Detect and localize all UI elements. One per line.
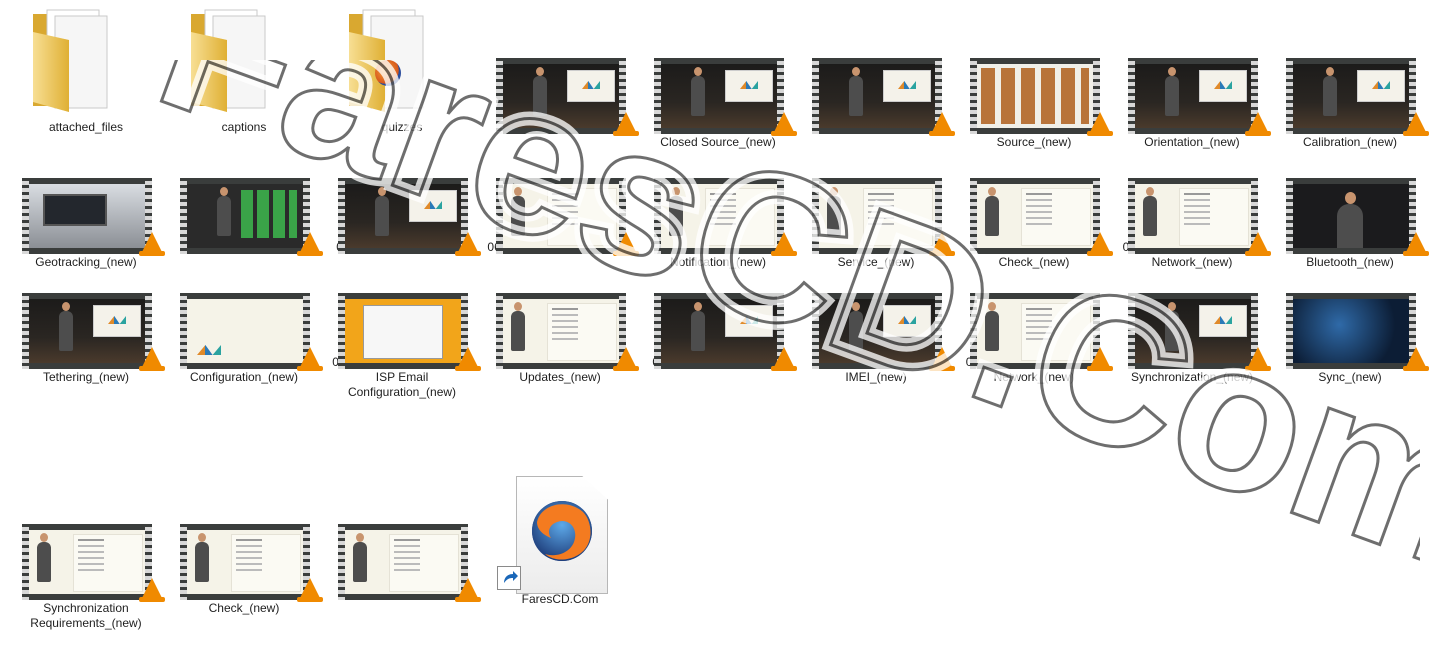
item-thumbnail <box>323 120 481 256</box>
video-item[interactable]: 074 Mobile Data Synchronization_(new) <box>1113 235 1271 385</box>
video-thumbnail <box>22 293 152 369</box>
item-thumbnail <box>1113 235 1271 371</box>
folder-item[interactable]: quizzes <box>323 0 481 135</box>
video-item[interactable]: 077 Knowledge Check_(new) <box>165 466 323 616</box>
video-thumbnail <box>180 524 310 600</box>
video-item[interactable]: 078 Conclusion_(new) <box>323 466 481 602</box>
video-item[interactable]: 076 Mobile Data Synchronization Requirem… <box>7 466 165 631</box>
item-thumbnail <box>481 0 639 136</box>
video-thumbnail <box>812 293 942 369</box>
item-thumbnail <box>7 0 165 118</box>
item-thumbnail <box>7 120 165 256</box>
item-thumbnail <box>1271 0 1429 136</box>
item-thumbnail <box>165 120 323 256</box>
video-thumbnail <box>1286 293 1416 369</box>
item-thumbnail <box>955 120 1113 256</box>
item-thumbnail <box>639 235 797 371</box>
video-thumbnail <box>338 524 468 600</box>
item-thumbnail <box>1271 235 1429 371</box>
video-item[interactable]: 054 App Source_(new) <box>797 0 955 136</box>
folder-icon <box>349 9 424 112</box>
item-thumbnail <box>7 466 165 602</box>
item-thumbnail <box>323 235 481 371</box>
item-thumbnail <box>165 0 323 118</box>
video-item[interactable]: 067 DEMO Hotspot and Tethering_(new) <box>7 235 165 385</box>
firefox-icon <box>532 501 592 561</box>
item-thumbnail <box>1113 0 1271 136</box>
item-thumbnail <box>797 120 955 256</box>
video-item[interactable]: 075 DEMO Data Sync_(new) <box>1271 235 1429 385</box>
item-thumbnail <box>955 0 1113 136</box>
folder-icon <box>191 9 266 112</box>
video-thumbnail <box>1128 293 1258 369</box>
item-thumbnail <box>323 0 481 118</box>
folder-icon <box>33 9 108 112</box>
shortcut-arrow-icon <box>497 566 521 590</box>
item-thumbnail <box>639 0 797 136</box>
shortcut-item[interactable]: FaresCD.Com <box>481 466 639 607</box>
item-thumbnail <box>797 0 955 136</box>
video-thumbnail <box>970 293 1100 369</box>
item-thumbnail <box>955 235 1113 371</box>
item-thumbnail <box>481 120 639 256</box>
video-item[interactable]: 068 Email Configuration_(new) <box>165 235 323 385</box>
video-item[interactable]: 070 PRIPRLBaseband Updates_(new) <box>481 235 639 385</box>
video-thumbnail <box>654 293 784 369</box>
item-thumbnail <box>639 120 797 256</box>
folder-item[interactable]: attached_files <box>7 0 165 135</box>
video-item[interactable]: 073 Mobile Virtual Private Network_(new) <box>955 235 1113 385</box>
video-item[interactable]: 072 DEMO Finding IMEI_(new) <box>797 235 955 385</box>
video-item[interactable]: 069 DEMO Corporate and ISP Email Configu… <box>323 235 481 400</box>
video-item[interactable]: 071 IMEI vs. IMSI_(new) <box>639 235 797 371</box>
video-thumbnail <box>180 293 310 369</box>
item-thumbnail <box>481 235 639 371</box>
item-thumbnail <box>165 466 323 602</box>
item-thumbnail <box>165 235 323 371</box>
video-thumbnail <box>22 524 152 600</box>
item-thumbnail <box>481 466 639 594</box>
video-item[interactable]: 052 Introduction_(new) <box>481 0 639 136</box>
item-label: FaresCD.Com <box>521 592 599 606</box>
firefox-icon <box>375 60 401 86</box>
video-thumbnail <box>496 293 626 369</box>
item-thumbnail <box>323 466 481 602</box>
item-thumbnail <box>797 235 955 371</box>
item-thumbnail <box>1271 120 1429 256</box>
item-thumbnail <box>7 235 165 371</box>
video-thumbnail <box>338 293 468 369</box>
item-thumbnail <box>1113 120 1271 256</box>
folder-item[interactable]: captions <box>165 0 323 135</box>
file-grid: attached_filescaptionsquizzes052 Introdu… <box>0 0 1431 671</box>
